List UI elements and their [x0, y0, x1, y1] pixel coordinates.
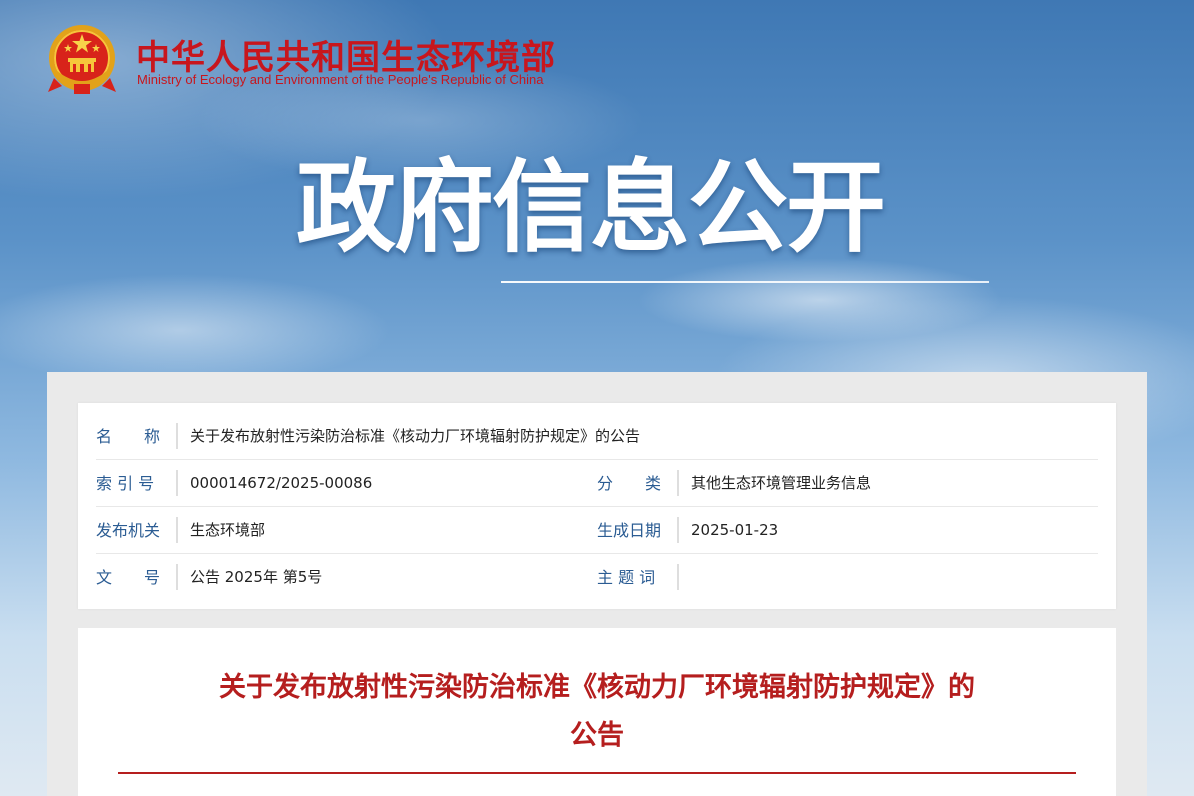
- divider: [677, 564, 679, 590]
- index-label: 索 引 号: [96, 474, 155, 493]
- title-underline: [501, 281, 989, 283]
- keywords-label: 主 题 词: [597, 568, 656, 587]
- document-metadata-table: 名 称 关于发布放射性污染防治标准《核动力厂环境辐射防护规定》的公告 索 引 号…: [78, 403, 1116, 609]
- national-emblem-logo[interactable]: [46, 22, 118, 100]
- document-title-line1: 关于发布放射性污染防治标准《核动力厂环境辐射防护规定》的: [219, 672, 975, 703]
- divider: [677, 470, 679, 496]
- publisher-value: 生态环境部: [190, 521, 266, 539]
- divider: [176, 423, 178, 449]
- divider: [176, 564, 178, 590]
- docno-value: 公告 2025年 第5号: [190, 568, 323, 586]
- metadata-row-publisher: 发布机关 生态环境部 生成日期 2025-01-23: [96, 507, 1098, 554]
- document-title-line2: 公告: [570, 720, 624, 751]
- document-title: 关于发布放射性污染防治标准《核动力厂环境辐射防护规定》的 公告: [118, 664, 1076, 760]
- divider: [176, 517, 178, 543]
- category-value: 其他生态环境管理业务信息: [691, 474, 872, 492]
- metadata-row-index: 索 引 号 000014672/2025-00086 分 类 其他生态环境管理业…: [96, 460, 1098, 507]
- document-body: 关于发布放射性污染防治标准《核动力厂环境辐射防护规定》的 公告: [78, 628, 1116, 796]
- title-divider: [118, 772, 1076, 774]
- date-value: 2025-01-23: [691, 521, 779, 539]
- name-label: 名 称: [96, 427, 161, 446]
- divider: [176, 470, 178, 496]
- metadata-row-name: 名 称 关于发布放射性污染防治标准《核动力厂环境辐射防护规定》的公告: [96, 413, 1098, 460]
- publisher-label: 发布机关: [96, 521, 161, 540]
- divider: [677, 517, 679, 543]
- name-value: 关于发布放射性污染防治标准《核动力厂环境辐射防护规定》的公告: [190, 427, 641, 445]
- section-title: 政府信息公开: [296, 149, 886, 266]
- index-value: 000014672/2025-00086: [190, 474, 373, 492]
- category-label: 分 类: [597, 474, 662, 493]
- metadata-row-docno: 文 号 公告 2025年 第5号 主 题 词: [96, 554, 1098, 600]
- ministry-name-en[interactable]: Ministry of Ecology and Environment of t…: [137, 72, 543, 87]
- docno-label: 文 号: [96, 568, 161, 587]
- date-label: 生成日期: [597, 521, 662, 540]
